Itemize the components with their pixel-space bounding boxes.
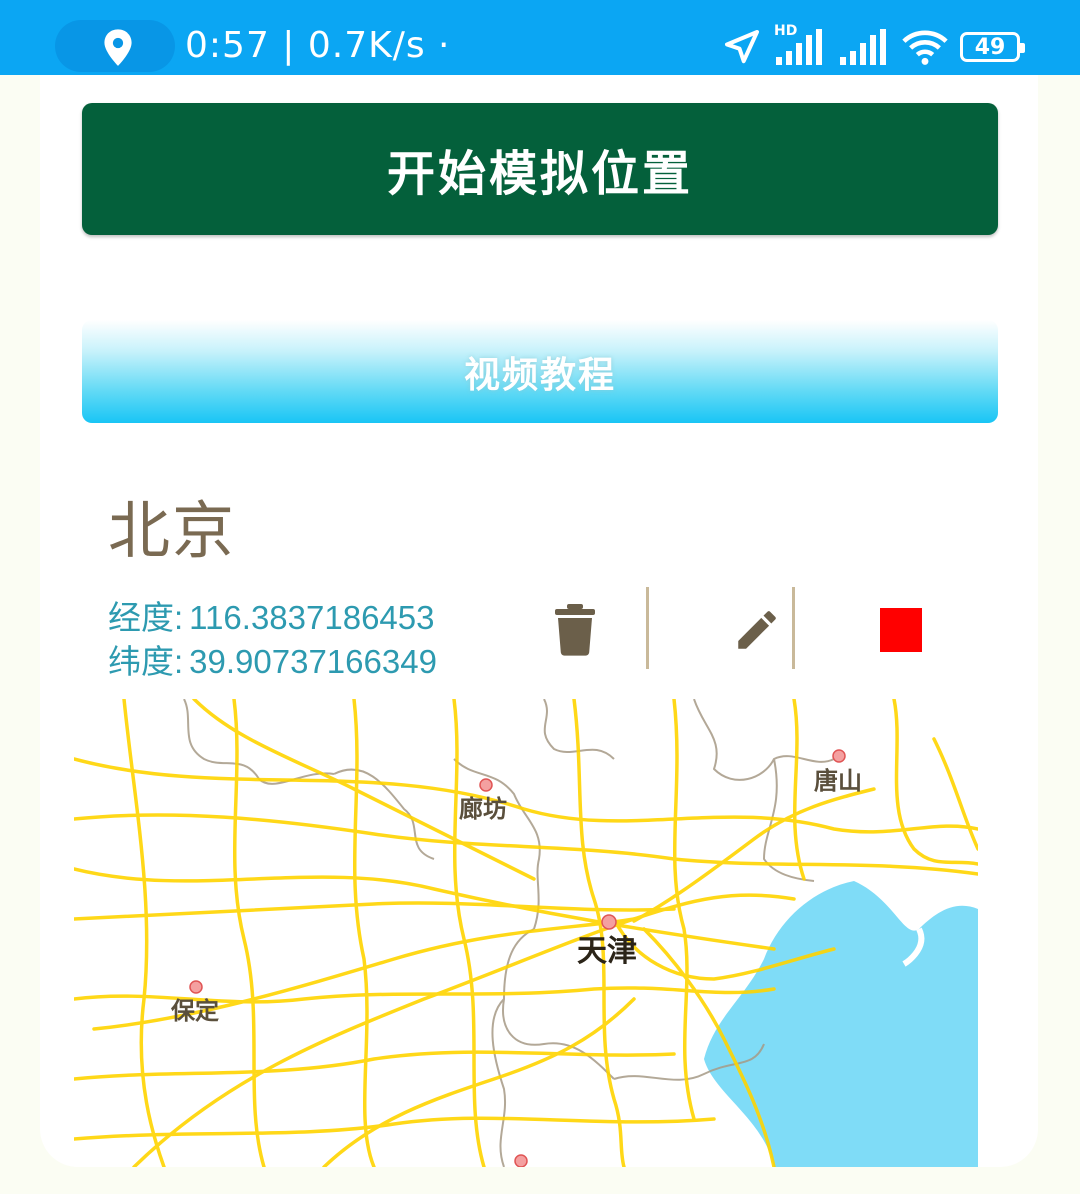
longitude-value: 116.3837186453 (189, 599, 435, 636)
red-square-icon (880, 607, 922, 652)
trash-icon (555, 603, 595, 656)
map-label-langfang: 廊坊 (459, 795, 507, 823)
start-simulation-button[interactable]: 开始模拟位置 (82, 103, 998, 235)
action-divider (646, 587, 649, 669)
navigation-arrow-icon (725, 30, 759, 64)
status-time-speed: 0:57 | 0.7K/s · (185, 25, 451, 66)
wifi-icon (902, 30, 948, 65)
map-label-baoding: 保定 (170, 997, 219, 1025)
longitude-row: 经度: 116.3837186453 (108, 591, 434, 639)
map-canvas: 廊坊 唐山 天津 保定 (74, 699, 978, 1167)
latitude-row: 纬度: 39.90737166349 (108, 635, 437, 683)
longitude-label: 经度: (108, 599, 184, 636)
delete-button[interactable] (540, 587, 610, 672)
latitude-label: 纬度: (108, 643, 184, 680)
content-card: 开始模拟位置 视频教程 北京 经度: 116.3837186453 纬度: 39.9… (40, 75, 1038, 1167)
stop-button[interactable] (866, 587, 936, 672)
edit-button[interactable] (722, 587, 792, 672)
location-actions (530, 587, 990, 672)
location-pin-icon (104, 29, 132, 66)
map-label-tianjin: 天津 (577, 934, 637, 969)
action-divider (792, 587, 795, 669)
pencil-icon (738, 610, 776, 649)
map-label-tangshan: 唐山 (814, 767, 862, 795)
signal-hd-icon: HD (774, 23, 826, 67)
battery-level: 49 (974, 34, 1006, 60)
map-view[interactable]: 廊坊 唐山 天津 保定 (74, 699, 978, 1167)
location-name: 北京 (108, 494, 237, 567)
signal-icon (840, 29, 886, 65)
video-tutorial-button[interactable]: 视频教程 (82, 320, 998, 423)
latitude-value: 39.90737166349 (189, 643, 437, 680)
battery-icon: 49 (960, 32, 1025, 62)
status-bar: 0:57 | 0.7K/s · HD 49 (0, 0, 1080, 75)
bohai-sea (704, 881, 978, 1167)
status-icons: HD 49 (722, 22, 1025, 72)
